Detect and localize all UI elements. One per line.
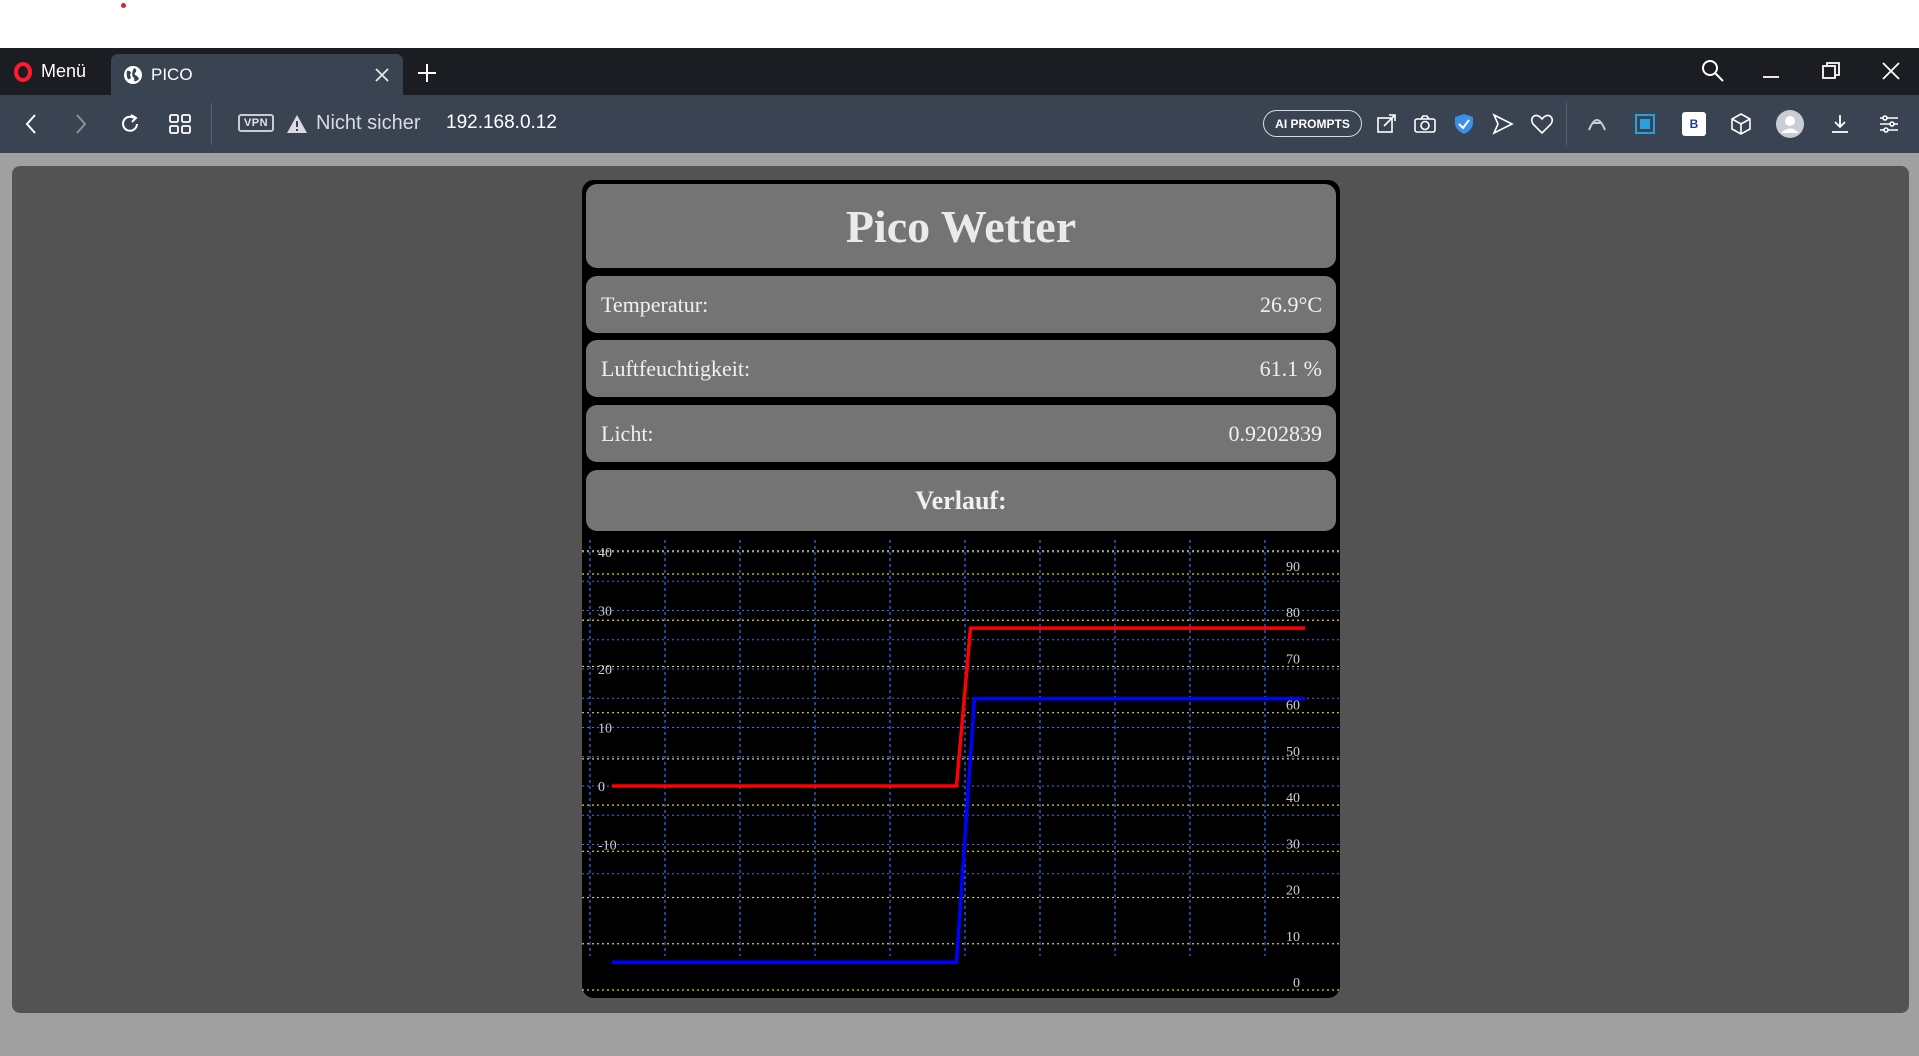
humidity-series-line (612, 697, 1305, 965)
right-axis-tick-label: 60 (1286, 699, 1300, 714)
heart-icon[interactable] (1530, 112, 1554, 136)
left-axis-tick-label: 10 (598, 722, 612, 737)
humidity-label: Luftfeuchtigkeit: (601, 355, 751, 381)
temperature-label: Temperatur: (601, 291, 709, 317)
toolbar-separator-2 (1566, 103, 1567, 145)
opera-menu-button[interactable]: Menü (0, 48, 110, 95)
temperature-row: Temperatur: 26.9°C (586, 276, 1336, 333)
close-window-icon[interactable] (1878, 58, 1904, 84)
tab-bar: Menü PICO (0, 48, 1919, 95)
ai-prompts-button[interactable]: AI PROMPTS (1263, 110, 1362, 137)
restore-icon[interactable] (1818, 58, 1844, 84)
title-panel: Pico Wetter (586, 184, 1336, 268)
menu-label: Menü (41, 61, 87, 81)
light-row: Licht: 0.9202839 (586, 405, 1336, 462)
history-chart-svg: 40 30 20 10 0 -10 90 80 70 60 50 40 30 20 10 0 (582, 540, 1340, 991)
history-chart: 40 30 20 10 0 -10 90 80 70 60 50 40 30 20 10 0 (582, 536, 1340, 996)
close-tab-icon[interactable] (373, 66, 391, 84)
right-axis-tick-label: 20 (1286, 884, 1300, 899)
camera-icon[interactable] (1413, 112, 1437, 136)
history-label: Verlauf: (915, 485, 1007, 515)
back-icon[interactable] (20, 112, 44, 136)
temperature-value: 26.9°C (1260, 291, 1322, 317)
tab-overview-icon[interactable] (168, 112, 192, 136)
reload-icon[interactable] (118, 112, 142, 136)
light-value: 0.9202839 (1228, 420, 1323, 446)
security-status-text[interactable]: Nicht sicher (316, 112, 420, 135)
left-axis-tick-label: 40 (598, 546, 612, 561)
humidity-row: Luftfeuchtigkeit: 61.1 % (586, 340, 1336, 397)
vpn-badge[interactable]: VPN (238, 114, 274, 132)
left-axis-tick-label: 30 (598, 605, 612, 620)
page-title: Pico Wetter (845, 200, 1077, 252)
humidity-value: 61.1 % (1259, 355, 1322, 381)
snapshot-frame-icon[interactable] (1633, 112, 1657, 136)
notification-dot (121, 3, 126, 8)
right-axis-tick-label: 90 (1286, 560, 1300, 575)
download-icon[interactable] (1828, 112, 1852, 136)
left-axis-tick-label: 20 (598, 663, 612, 678)
sidebar-app-b-icon[interactable]: B (1682, 112, 1706, 136)
aria-icon[interactable] (1585, 112, 1609, 136)
history-header: Verlauf: (586, 470, 1336, 531)
new-tab-icon[interactable] (416, 62, 438, 84)
send-icon[interactable] (1491, 112, 1515, 136)
right-axis-tick-label: 0 (1293, 976, 1300, 991)
address-bar: VPN Nicht sicher 192.168.0.12 AI PROMPTS… (0, 95, 1919, 153)
profile-avatar-icon[interactable] (1776, 110, 1804, 138)
right-axis-tick-label: 70 (1286, 652, 1300, 667)
minimize-icon[interactable] (1758, 58, 1784, 84)
warning-icon[interactable] (286, 114, 308, 134)
edit-share-icon[interactable] (1375, 112, 1399, 136)
toolbar-separator (211, 103, 212, 145)
forward-icon[interactable] (68, 112, 92, 136)
right-axis-tick-label: 10 (1286, 930, 1300, 945)
right-axis-tick-label: 50 (1286, 745, 1300, 760)
weather-card: Pico Wetter Temperatur: 26.9°C Luftfeuch… (582, 180, 1340, 998)
right-axis-tick-label: 80 (1286, 606, 1300, 621)
right-axis-tick-label: 30 (1286, 837, 1300, 852)
shield-icon[interactable] (1452, 112, 1476, 136)
search-tabs-icon[interactable] (1700, 58, 1726, 84)
left-axis-tick-label: -10 (598, 839, 617, 854)
tab-pico[interactable]: PICO (111, 54, 403, 95)
left-axis-tick-label: 0 (598, 780, 605, 795)
url-field[interactable]: 192.168.0.12 (446, 112, 557, 134)
opera-logo-icon (14, 61, 32, 82)
temperature-series-line (612, 626, 1305, 788)
easy-setup-icon[interactable] (1877, 112, 1901, 136)
light-label: Licht: (601, 420, 654, 446)
right-axis-tick-label: 40 (1286, 791, 1300, 806)
screen-top-area (0, 0, 1919, 48)
globe-icon (124, 65, 142, 84)
cube-icon[interactable] (1729, 112, 1753, 136)
tab-title: PICO (151, 64, 193, 84)
